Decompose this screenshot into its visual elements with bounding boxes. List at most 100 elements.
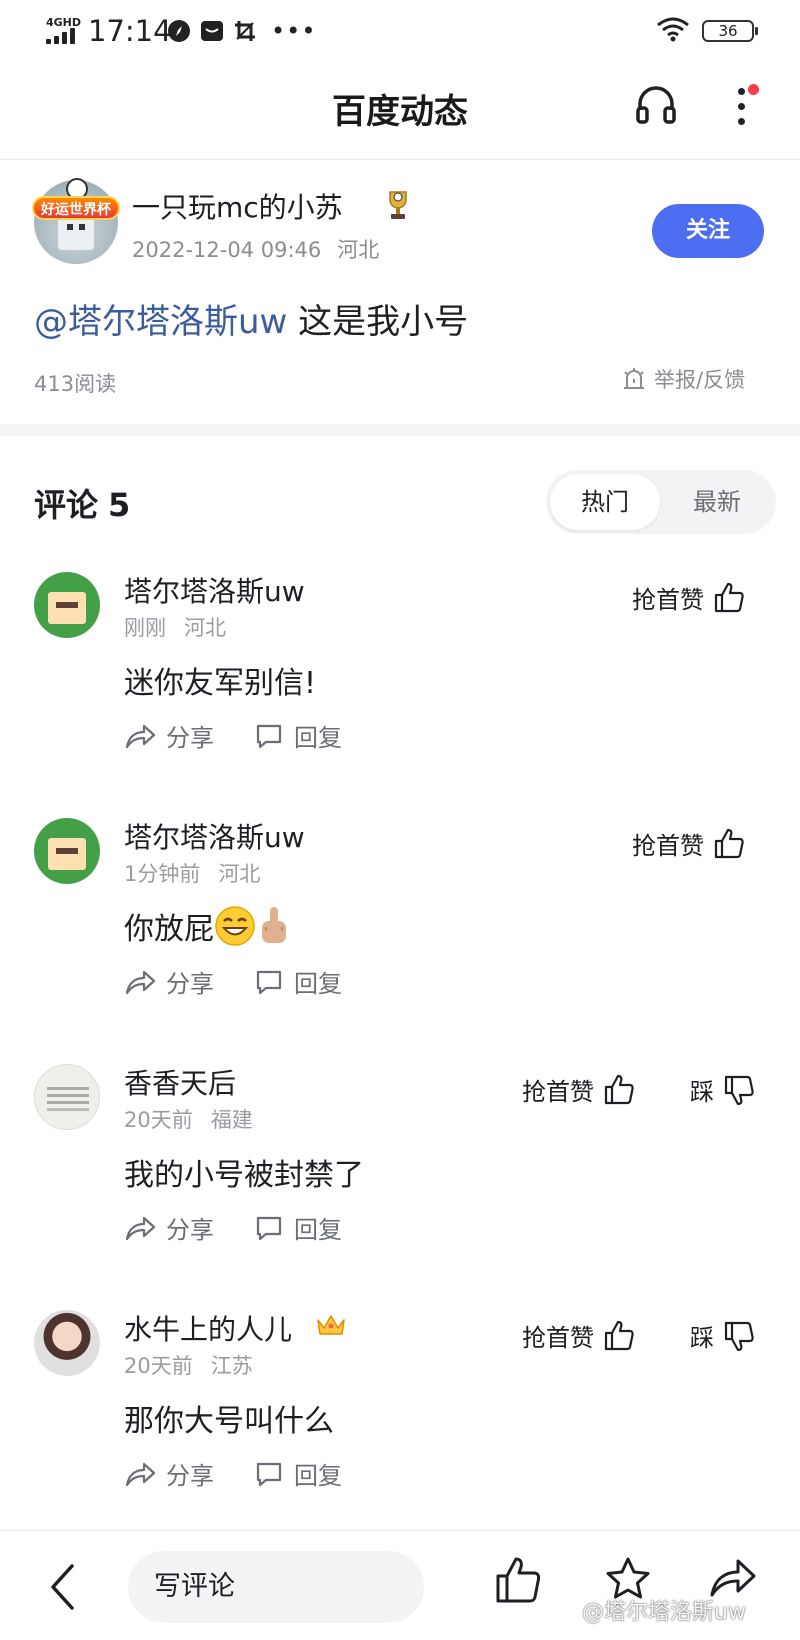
status-notification-icons: •••	[166, 18, 316, 43]
comments-title: 评论 5	[34, 480, 130, 526]
share-label: 分享	[166, 1462, 214, 1490]
wifi-icon	[656, 16, 690, 46]
author-name[interactable]: 一只玩mc的小苏	[132, 186, 343, 226]
comment-time: 20天前	[124, 1354, 193, 1378]
comment-text-row: 你放屁	[124, 904, 292, 948]
reply-button[interactable]: 回复	[254, 1210, 342, 1245]
reply-label: 回复	[294, 1216, 342, 1244]
share-button[interactable]: 分享	[124, 718, 214, 753]
commenter-name[interactable]: 香香天后	[124, 1062, 236, 1102]
commenter-name[interactable]: 水牛上的人儿	[124, 1308, 292, 1348]
share-button[interactable]: 分享	[124, 964, 214, 999]
sort-newest-tab[interactable]: 最新	[662, 474, 772, 530]
battery-indicator: 36	[702, 20, 758, 42]
reply-icon	[256, 1216, 282, 1240]
share-icon	[125, 1462, 156, 1486]
reply-label: 回复	[294, 970, 342, 998]
comments-count: 5	[108, 486, 131, 524]
reply-icon	[256, 1462, 282, 1486]
crown-icon	[316, 1312, 346, 1342]
dislike-label: 踩	[690, 1324, 714, 1352]
reply-button[interactable]: 回复	[254, 718, 342, 753]
dislike-label: 踩	[690, 1078, 714, 1106]
commenter-avatar[interactable]	[34, 1310, 100, 1376]
share-icon	[125, 724, 156, 748]
comment-meta: 1分钟前 河北	[124, 858, 260, 888]
commenter-avatar[interactable]	[34, 1064, 100, 1130]
share-button[interactable]: 分享	[124, 1456, 214, 1491]
dislike-button[interactable]: 踩	[690, 1318, 756, 1353]
post-content: @塔尔塔洛斯uw 这是我小号	[34, 294, 468, 343]
thumbs-up-icon	[714, 582, 744, 612]
post-text: 这是我小号	[287, 302, 469, 342]
report-button[interactable]: 举报/反馈	[622, 364, 745, 394]
reply-icon	[256, 970, 282, 994]
write-comment-input[interactable]: 写评论	[128, 1551, 424, 1623]
comment-actions: 分享 回复	[124, 1210, 342, 1245]
report-label: 举报/反馈	[654, 368, 746, 392]
author-avatar[interactable]: 好运世界杯	[32, 178, 120, 264]
headphone-icon[interactable]	[634, 82, 678, 130]
share-icon	[125, 1216, 156, 1240]
message-icon	[199, 18, 224, 43]
comment-location: 河北	[184, 616, 226, 640]
like-label: 抢首赞	[632, 586, 704, 614]
comments-header: 评论 5 热门 最新	[0, 436, 800, 554]
page-title: 百度动态	[332, 92, 468, 132]
mention-link[interactable]: @塔尔塔洛斯uw	[34, 302, 287, 342]
trophy-icon	[384, 188, 412, 226]
reply-icon	[256, 724, 282, 748]
share-label: 分享	[166, 724, 214, 752]
comment-sort-toggle: 热门 最新	[546, 470, 776, 534]
more-menu-button[interactable]	[730, 82, 759, 132]
thumbs-down-icon	[724, 1075, 754, 1105]
commenter-avatar[interactable]	[34, 572, 100, 638]
comment-meta: 20天前 福建	[124, 1104, 253, 1134]
status-bar: 4GHD 17:14 ••• 36	[0, 0, 800, 64]
back-button[interactable]	[48, 1563, 78, 1615]
comment-item: 水牛上的人儿 20天前 江苏 那你大号叫什么 分享 回复 抢首赞 踩	[0, 1292, 800, 1538]
commenter-name[interactable]: 塔尔塔洛斯uw	[124, 570, 305, 610]
thumbs-up-icon	[604, 1074, 634, 1104]
clock: 17:14	[88, 14, 172, 48]
commenter-name[interactable]: 塔尔塔洛斯uw	[124, 816, 305, 856]
more-notifications-icon: •••	[271, 16, 317, 45]
comment-time: 刚刚	[124, 616, 166, 640]
dislike-button[interactable]: 踩	[690, 1072, 756, 1107]
read-count: 413阅读	[34, 372, 117, 396]
section-divider	[0, 424, 800, 436]
post-meta: 2022-12-04 09:46 河北	[132, 234, 379, 264]
comment-actions: 分享 回复	[124, 718, 342, 753]
sort-hot-tab[interactable]: 热门	[550, 474, 660, 530]
comment-text: 那你大号叫什么	[124, 1404, 334, 1439]
compass-icon	[166, 18, 191, 43]
reply-button[interactable]: 回复	[254, 1456, 342, 1491]
comment-meta: 刚刚 河北	[124, 612, 226, 642]
comment-time: 20天前	[124, 1108, 193, 1132]
comment-text: 你放屁	[124, 912, 214, 947]
like-label: 抢首赞	[632, 832, 704, 860]
comments-label: 评论	[34, 486, 99, 524]
like-button[interactable]: 抢首赞	[632, 580, 746, 615]
top-nav-bar: 百度动态	[0, 64, 800, 160]
comment-item: 香香天后 20天前 福建 我的小号被封禁了 分享 回复 抢首赞 踩	[0, 1046, 800, 1292]
screenshot-icon	[232, 18, 257, 43]
commenter-avatar[interactable]	[34, 818, 100, 884]
like-label: 抢首赞	[522, 1078, 594, 1106]
thumbs-down-icon	[724, 1321, 754, 1351]
like-button[interactable]: 抢首赞	[522, 1318, 636, 1353]
watermark: @塔尔塔洛斯uw	[582, 1600, 746, 1625]
follow-button[interactable]: 关注	[652, 204, 764, 258]
share-label: 分享	[166, 1216, 214, 1244]
like-button[interactable]: 抢首赞	[522, 1072, 636, 1107]
reply-button[interactable]: 回复	[254, 964, 342, 999]
reply-label: 回复	[294, 724, 342, 752]
comment-actions: 分享 回复	[124, 1456, 342, 1491]
share-icon	[125, 970, 156, 994]
post-datetime: 2022-12-04 09:46	[132, 238, 322, 262]
share-button[interactable]: 分享	[124, 1210, 214, 1245]
comment-text: 迷你友军别信!	[124, 666, 317, 701]
like-post-button[interactable]	[494, 1555, 542, 1609]
share-label: 分享	[166, 970, 214, 998]
like-button[interactable]: 抢首赞	[632, 826, 746, 861]
